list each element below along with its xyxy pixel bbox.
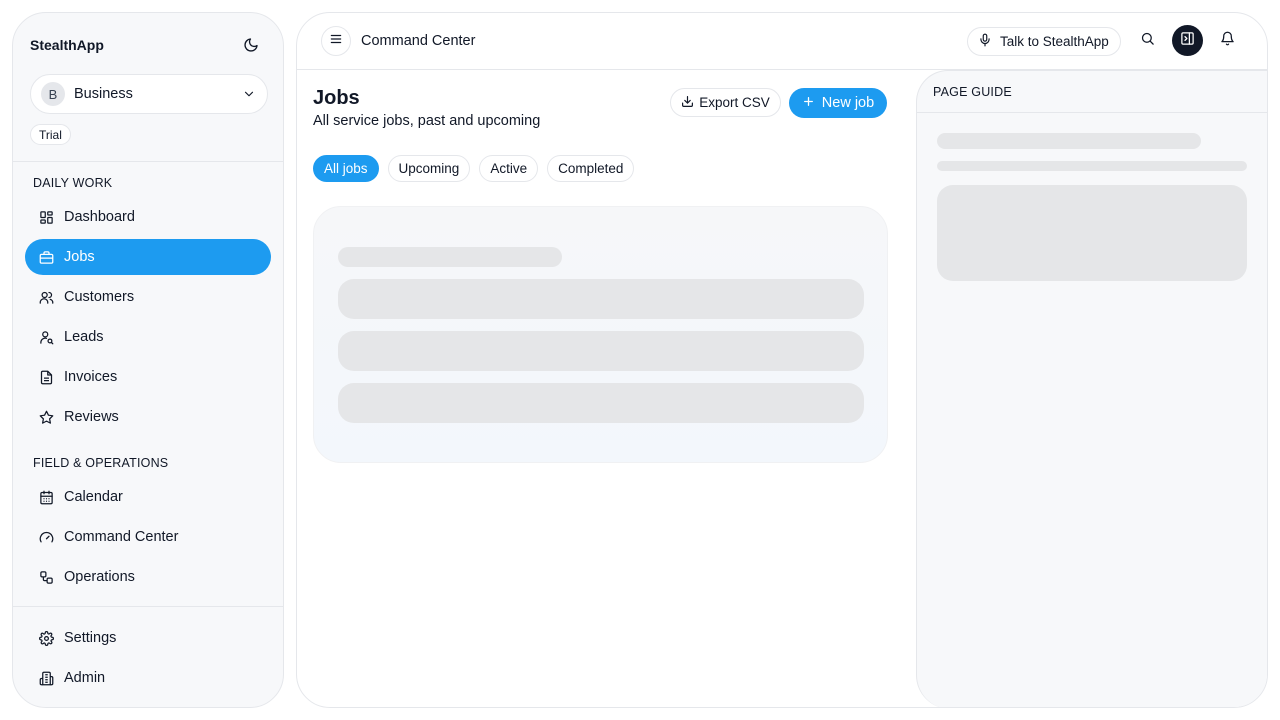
export-csv-label: Export CSV: [699, 95, 770, 110]
search-icon: [1140, 31, 1155, 51]
talk-button-label: Talk to StealthApp: [1000, 34, 1109, 49]
file-text-icon: [38, 369, 54, 385]
calendar-icon: [38, 489, 54, 505]
page-title: Jobs: [313, 87, 360, 109]
page-guide-panel: PAGE GUIDE: [916, 70, 1267, 707]
sidebar-divider: [13, 161, 283, 162]
download-icon: [681, 95, 694, 111]
sidebar-item-label: Reviews: [64, 409, 119, 425]
sidebar-item-label: Dashboard: [64, 209, 135, 225]
menu-icon: [329, 32, 343, 51]
sidebar-item-leads[interactable]: Leads: [25, 319, 271, 355]
export-csv-button[interactable]: Export CSV: [670, 88, 781, 117]
toggle-page-guide-button[interactable]: [1172, 25, 1203, 56]
workspace-selector[interactable]: B Business: [30, 74, 268, 114]
sidebar-item-label: Settings: [64, 630, 117, 646]
skeleton-line: [937, 133, 1201, 149]
skeleton-row: [338, 383, 864, 423]
main-panel: Command Center Talk to StealthApp Jobs A…: [296, 12, 1268, 708]
page-guide-title: PAGE GUIDE: [933, 85, 1012, 99]
skeleton-row: [338, 331, 864, 371]
sidebar-item-command-center[interactable]: Command Center: [25, 519, 271, 555]
tab-completed[interactable]: Completed: [547, 155, 635, 182]
workflow-icon: [38, 569, 54, 585]
sidebar-item-jobs[interactable]: Jobs: [25, 239, 271, 275]
sidebar-item-calendar[interactable]: Calendar: [25, 479, 271, 515]
sidebar-divider: [13, 606, 283, 607]
workspace-avatar: B: [41, 82, 65, 106]
menu-toggle-button[interactable]: [321, 26, 351, 56]
skeleton-line: [937, 161, 1247, 171]
sidebar-item-reviews[interactable]: Reviews: [25, 399, 271, 435]
plus-icon: [802, 95, 815, 112]
page-subtitle: All service jobs, past and upcoming: [313, 113, 541, 129]
moon-icon: [243, 37, 259, 58]
search-button[interactable]: [1137, 31, 1157, 51]
microphone-icon: [978, 33, 992, 50]
sidebar-item-label: Operations: [64, 569, 135, 585]
topbar-title: Command Center: [361, 33, 476, 49]
jobs-list-skeleton: [313, 206, 888, 463]
sidebar-item-label: Jobs: [64, 249, 95, 265]
workspace-name: Business: [74, 86, 133, 102]
skeleton-row: [338, 279, 864, 319]
page-guide-header: PAGE GUIDE: [917, 71, 1267, 113]
section-label-field-operations: FIELD & OPERATIONS: [33, 456, 169, 470]
panel-right-icon: [1180, 31, 1195, 51]
gauge-icon: [38, 529, 54, 545]
sidebar-item-settings[interactable]: Settings: [25, 620, 271, 656]
job-filter-tabs: All jobs Upcoming Active Completed: [313, 155, 635, 182]
sidebar-item-label: Invoices: [64, 369, 118, 385]
users-icon: [38, 289, 54, 305]
tab-active[interactable]: Active: [479, 155, 539, 182]
theme-toggle-button[interactable]: [239, 35, 263, 59]
star-icon: [38, 409, 54, 425]
bell-icon: [1220, 31, 1235, 51]
sidebar-item-label: Leads: [64, 329, 104, 345]
talk-to-assistant-button[interactable]: Talk to StealthApp: [967, 27, 1121, 56]
sidebar-item-label: Customers: [64, 289, 135, 305]
tab-all-jobs[interactable]: All jobs: [313, 155, 379, 182]
user-search-icon: [38, 329, 54, 345]
new-job-button[interactable]: New job: [789, 88, 887, 118]
tab-upcoming[interactable]: Upcoming: [387, 155, 471, 182]
building-icon: [38, 670, 54, 686]
sidebar-item-label: Calendar: [64, 489, 123, 505]
sidebar-item-admin[interactable]: Admin: [25, 660, 271, 696]
sidebar-item-dashboard[interactable]: Dashboard: [25, 199, 271, 235]
notifications-button[interactable]: [1217, 31, 1237, 51]
gear-icon: [38, 630, 54, 646]
top-bar: Command Center Talk to StealthApp: [297, 13, 1267, 70]
sidebar-item-label: Admin: [64, 670, 106, 686]
sidebar: StealthApp B Business Trial DAILY WORK D…: [12, 12, 284, 708]
skeleton-block: [937, 185, 1247, 281]
plan-badge: Trial: [30, 124, 71, 145]
dashboard-icon: [38, 209, 54, 225]
app-brand: StealthApp: [30, 37, 104, 53]
sidebar-item-operations[interactable]: Operations: [25, 559, 271, 595]
sidebar-item-label: Command Center: [64, 529, 179, 545]
new-job-label: New job: [821, 95, 875, 111]
sidebar-item-invoices[interactable]: Invoices: [25, 359, 271, 395]
section-label-daily-work: DAILY WORK: [33, 176, 113, 190]
sidebar-item-customers[interactable]: Customers: [25, 279, 271, 315]
briefcase-icon: [38, 249, 54, 265]
chevron-down-icon: [241, 86, 257, 102]
skeleton-heading: [338, 247, 562, 267]
